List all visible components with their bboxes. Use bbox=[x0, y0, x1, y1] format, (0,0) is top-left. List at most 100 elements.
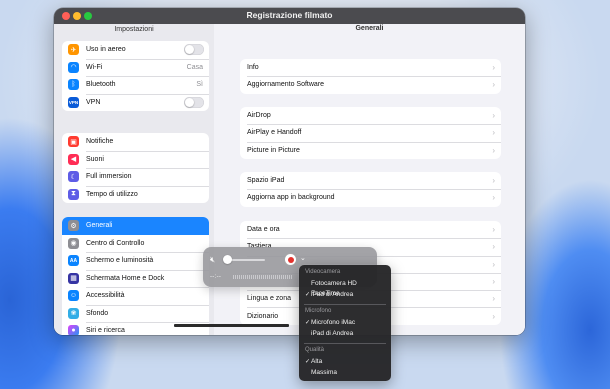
main-group-storage: Spazio iPad › Aggiorna app in background › bbox=[240, 172, 501, 207]
chevron-down-icon[interactable]: ⌄ bbox=[300, 254, 306, 262]
sidebar-item-schermo[interactable]: AA Schermo e luminosità bbox=[62, 252, 209, 270]
sidebar-item-sfondo[interactable]: ❀ Sfondo bbox=[62, 304, 209, 323]
chevron-right-icon: › bbox=[492, 111, 495, 121]
chevron-right-icon: › bbox=[492, 193, 495, 203]
chevron-right-icon: › bbox=[492, 294, 495, 304]
row-info[interactable]: Info › bbox=[240, 59, 501, 76]
row-label: AirPlay e Handoff bbox=[247, 129, 302, 137]
volume-knob[interactable] bbox=[223, 255, 232, 264]
sidebar-item-bluetooth[interactable]: ᛒ Bluetooth Sì bbox=[62, 76, 209, 94]
menu-item-label: Alta bbox=[311, 358, 323, 365]
sidebar-group-connectivity: ✈ Uso in aereo ◠ Wi-Fi Casa ᛒ Bluetooth … bbox=[62, 41, 209, 111]
sidebar-item-label: Generali bbox=[86, 222, 113, 230]
home-indicator bbox=[174, 324, 289, 327]
record-button[interactable] bbox=[285, 254, 296, 265]
row-pip[interactable]: Picture in Picture › bbox=[240, 141, 501, 159]
sidebar-item-home-dock[interactable]: ▦ Schermata Home e Dock bbox=[62, 269, 209, 288]
sidebar-title: Impostazioni bbox=[114, 26, 154, 33]
sidebar-item-vpn[interactable]: VPN VPN bbox=[62, 93, 209, 112]
sidebar-item-centro-controllo[interactable]: ◉ Centro di Controllo bbox=[62, 235, 209, 253]
row-label: Picture in Picture bbox=[247, 146, 300, 154]
menu-item-facetime-camera[interactable]: Fotocamera HD FaceTime bbox=[305, 279, 387, 297]
chevron-right-icon: › bbox=[492, 242, 495, 252]
menu-header-qualita: Qualità bbox=[305, 347, 325, 353]
menu-item-label: Microfono iMac bbox=[311, 319, 356, 326]
sidebar-item-label: Siri e ricerca bbox=[86, 327, 125, 335]
bell-icon: ▣ bbox=[68, 136, 79, 148]
title-bar[interactable]: Registrazione filmato bbox=[54, 8, 525, 24]
main-title: Generali bbox=[355, 25, 384, 32]
menu-separator bbox=[304, 343, 386, 344]
menu-item-label: iPad di Andrea bbox=[311, 291, 354, 298]
menu-header-videocamera: Videocamera bbox=[305, 269, 341, 275]
recording-options-menu: Videocamera Fotocamera HD FaceTime ✓ iPa… bbox=[299, 265, 391, 381]
sidebar-item-label: Notifiche bbox=[86, 138, 114, 146]
bluetooth-value: Sì bbox=[196, 81, 203, 89]
sidebar-item-label: VPN bbox=[86, 98, 101, 106]
main-group-info: Info › Aggiornamento Software › bbox=[240, 59, 501, 94]
menu-item-quality-alta[interactable]: ✓ Alta bbox=[305, 357, 387, 367]
speaker-icon: ◀ bbox=[68, 153, 79, 165]
row-background-refresh[interactable]: Aggiorna app in background › bbox=[240, 189, 501, 206]
row-airdrop[interactable]: AirDrop › bbox=[240, 107, 501, 124]
mute-icon[interactable]: 🔇︎ bbox=[210, 255, 220, 265]
row-spazio[interactable]: Spazio iPad › bbox=[240, 172, 501, 189]
timecode: --:-- bbox=[210, 274, 222, 280]
sidebar-item-notifiche[interactable]: ▣ Notifiche bbox=[62, 133, 209, 151]
settings-sidebar: Impostazioni ✈ Uso in aereo ◠ Wi-Fi Casa… bbox=[54, 24, 214, 335]
sidebar-item-label: Bluetooth bbox=[86, 81, 116, 89]
row-aggiornamento[interactable]: Aggiornamento Software › bbox=[240, 76, 501, 93]
chevron-right-icon: › bbox=[492, 128, 495, 138]
sidebar-item-label: Sfondo bbox=[86, 309, 109, 317]
menu-separator bbox=[304, 304, 386, 305]
sidebar-item-accessibilita[interactable]: ☺ Accessibilità bbox=[62, 287, 209, 305]
wifi-value: Casa bbox=[186, 63, 203, 71]
chevron-right-icon: › bbox=[492, 145, 495, 155]
row-airplay[interactable]: AirPlay e Handoff › bbox=[240, 124, 501, 141]
chevron-right-icon: › bbox=[492, 176, 495, 186]
sidebar-item-label: Uso in aereo bbox=[86, 46, 126, 54]
row-label: Info bbox=[247, 64, 259, 72]
sidebar-item-tempo-utilizzo[interactable]: ⧗ Tempo di utilizzo bbox=[62, 185, 209, 204]
row-label: Data e ora bbox=[247, 226, 280, 234]
main-group-airdrop: AirDrop › AirPlay e Handoff › Picture in P… bbox=[240, 107, 501, 159]
menu-item-ipad-camera[interactable]: ✓ iPad di Andrea bbox=[305, 290, 387, 300]
row-label: AirDrop bbox=[247, 112, 271, 120]
sidebar-item-label: Tempo di utilizzo bbox=[86, 190, 138, 198]
chevron-right-icon: › bbox=[492, 277, 495, 287]
menu-item-label: Massima bbox=[311, 369, 338, 376]
sidebar-item-wifi[interactable]: ◠ Wi-Fi Casa bbox=[62, 58, 209, 77]
control-center-icon: ◉ bbox=[68, 237, 79, 249]
vpn-toggle[interactable] bbox=[184, 96, 204, 108]
sidebar-item-label: Schermo e luminosità bbox=[86, 257, 154, 265]
sidebar-group-general: ⚙ Generali ◉ Centro di Controllo AA Sche… bbox=[62, 217, 209, 335]
chevron-right-icon: › bbox=[492, 225, 495, 235]
chevron-right-icon: › bbox=[492, 63, 495, 73]
menu-item-quality-massima[interactable]: Massima bbox=[305, 368, 387, 378]
chevron-right-icon: › bbox=[492, 311, 495, 321]
gear-icon: ⚙ bbox=[68, 220, 79, 232]
airplane-icon: ✈ bbox=[68, 44, 79, 56]
wifi-icon: ◠ bbox=[68, 61, 79, 73]
menu-item-ipad-mic[interactable]: iPad di Andrea bbox=[305, 329, 387, 339]
bluetooth-icon: ᛒ bbox=[68, 79, 79, 91]
brightness-icon: AA bbox=[68, 255, 79, 267]
audio-level-meter bbox=[233, 275, 293, 279]
menu-item-imac-mic[interactable]: ✓ Microfono iMac bbox=[305, 318, 387, 328]
chevron-right-icon: › bbox=[492, 80, 495, 90]
sidebar-item-suoni[interactable]: ◀ Suoni bbox=[62, 150, 209, 169]
sidebar-item-generali[interactable]: ⚙ Generali bbox=[62, 217, 209, 235]
row-data-ora[interactable]: Data e ora › bbox=[240, 221, 501, 238]
airplane-toggle[interactable] bbox=[184, 44, 204, 56]
row-label: Spazio iPad bbox=[247, 177, 285, 185]
sidebar-item-airplane[interactable]: ✈ Uso in aereo bbox=[62, 41, 209, 59]
wallpaper-icon: ❀ bbox=[68, 307, 79, 319]
sidebar-item-full-immersion[interactable]: ☾ Full immersion bbox=[62, 168, 209, 186]
sidebar-item-label: Full immersion bbox=[86, 173, 132, 181]
sidebar-item-label: Accessibilità bbox=[86, 292, 125, 300]
window-title: Registrazione filmato bbox=[246, 10, 333, 20]
sidebar-item-label: Wi-Fi bbox=[86, 63, 103, 71]
row-label: Aggiorna app in background bbox=[247, 194, 335, 202]
sidebar-item-label: Suoni bbox=[86, 155, 104, 163]
sidebar-group-notifications: ▣ Notifiche ◀ Suoni ☾ Full immersion ⧗ T… bbox=[62, 133, 209, 203]
